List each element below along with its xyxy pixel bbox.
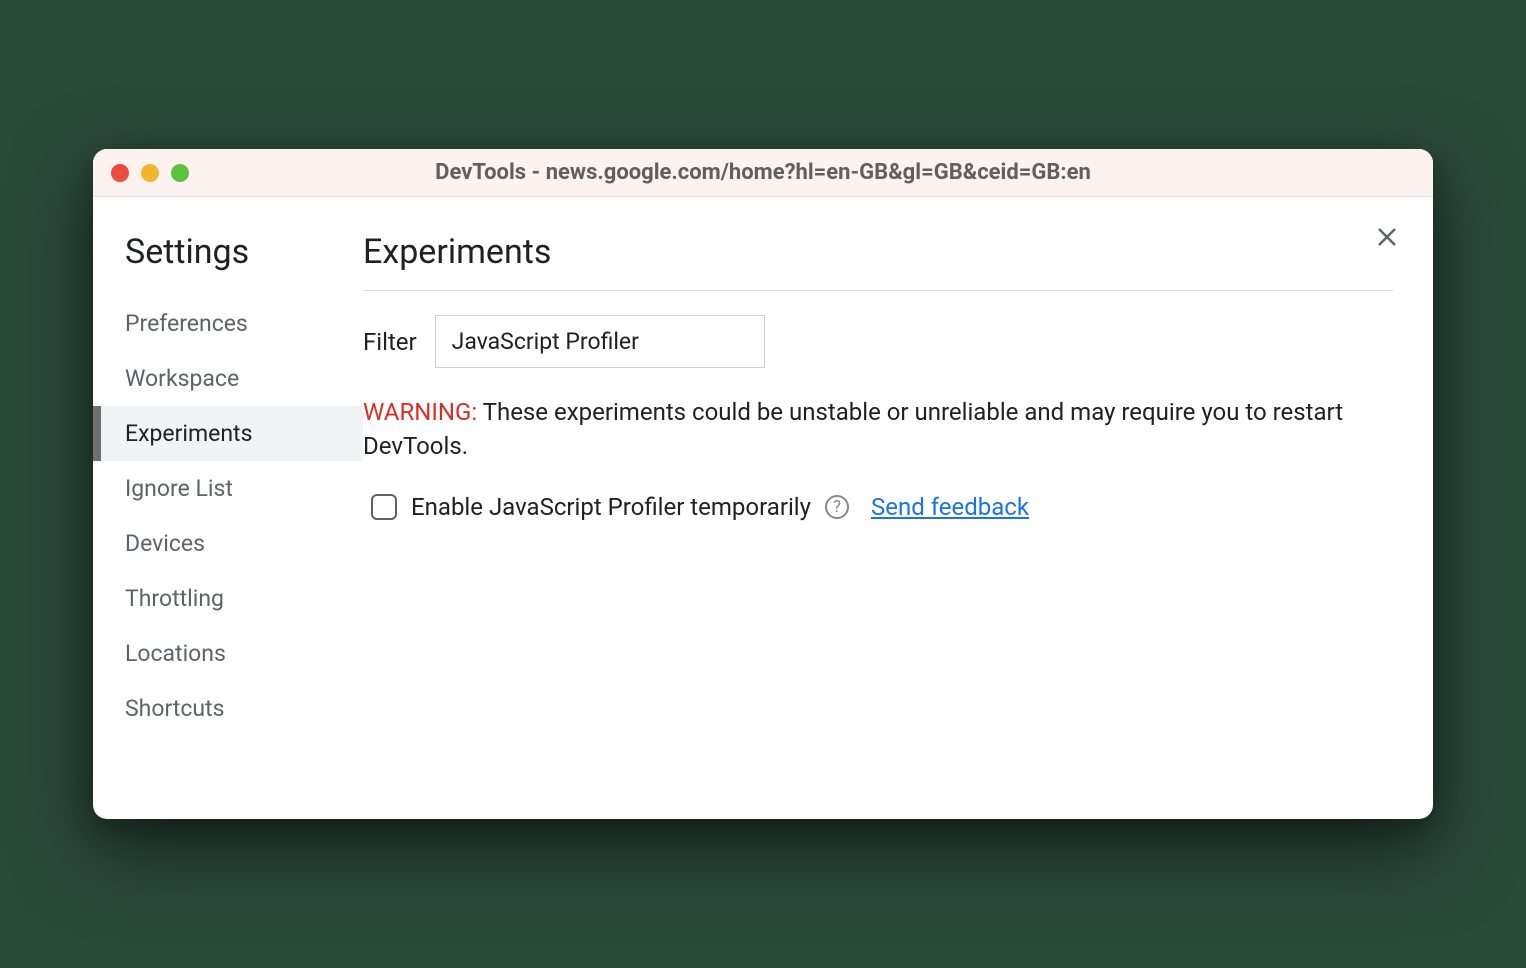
sidebar-item-experiments[interactable]: Experiments	[93, 406, 363, 461]
filter-input[interactable]	[435, 315, 765, 368]
settings-title: Settings	[93, 232, 363, 272]
window-title: DevTools - news.google.com/home?hl=en-GB…	[435, 160, 1091, 185]
warning-text: WARNING: These experiments could be unst…	[363, 396, 1393, 463]
close-icon	[1375, 225, 1399, 249]
sidebar-item-locations[interactable]: Locations	[93, 626, 363, 681]
sidebar-item-devices[interactable]: Devices	[93, 516, 363, 571]
sidebar-item-preferences[interactable]: Preferences	[93, 296, 363, 351]
help-icon[interactable]: ?	[825, 495, 849, 519]
main-panel: Experiments Filter WARNING: These experi…	[363, 197, 1433, 819]
titlebar: DevTools - news.google.com/home?hl=en-GB…	[93, 149, 1433, 197]
close-settings-button[interactable]	[1371, 221, 1403, 253]
sidebar-item-ignore-list[interactable]: Ignore List	[93, 461, 363, 516]
minimize-window-button[interactable]	[141, 164, 159, 182]
panel-title: Experiments	[363, 232, 1393, 291]
send-feedback-link[interactable]: Send feedback	[871, 493, 1029, 521]
sidebar-item-throttling[interactable]: Throttling	[93, 571, 363, 626]
traffic-lights	[111, 164, 189, 182]
sidebar-item-shortcuts[interactable]: Shortcuts	[93, 681, 363, 736]
warning-body: These experiments could be unstable or u…	[363, 398, 1343, 460]
devtools-window: DevTools - news.google.com/home?hl=en-GB…	[93, 149, 1433, 819]
warning-label: WARNING:	[363, 398, 477, 426]
window-body: Settings Preferences Workspace Experimen…	[93, 197, 1433, 819]
close-window-button[interactable]	[111, 164, 129, 182]
sidebar-item-workspace[interactable]: Workspace	[93, 351, 363, 406]
experiment-row: Enable JavaScript Profiler temporarily ?…	[363, 493, 1393, 521]
experiment-label: Enable JavaScript Profiler temporarily	[411, 493, 811, 521]
zoom-window-button[interactable]	[171, 164, 189, 182]
settings-sidebar: Settings Preferences Workspace Experimen…	[93, 197, 363, 819]
experiment-checkbox[interactable]	[371, 494, 397, 520]
filter-row: Filter	[363, 315, 1393, 368]
filter-label: Filter	[363, 328, 417, 356]
